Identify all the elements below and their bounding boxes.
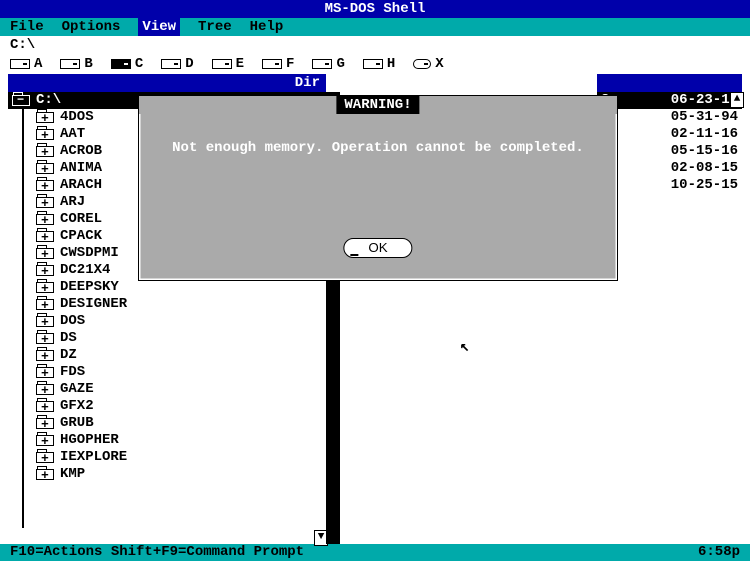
title-bar: MS-DOS Shell	[0, 0, 750, 18]
drive-icon	[413, 59, 431, 69]
tree-item[interactable]: GAZE	[8, 381, 326, 398]
folder-icon	[36, 163, 54, 174]
drive-c[interactable]: C	[111, 56, 143, 72]
file-row[interactable]: 806-23-16	[597, 92, 742, 109]
mouse-cursor-icon: ↖	[460, 336, 470, 356]
folder-icon	[36, 435, 54, 446]
drive-d[interactable]: D	[161, 56, 193, 72]
tree-item[interactable]: KMP	[8, 466, 326, 483]
file-row[interactable]: 705-15-16	[597, 143, 742, 160]
drive-h[interactable]: H	[363, 56, 395, 72]
tree-item[interactable]: GRUB	[8, 415, 326, 432]
tree-item[interactable]: DOS	[8, 313, 326, 330]
file-row[interactable]: 110-25-15	[597, 177, 742, 194]
tree-item[interactable]: FDS	[8, 364, 326, 381]
drive-b[interactable]: B	[60, 56, 92, 72]
folder-icon	[36, 282, 54, 293]
drive-icon	[10, 59, 30, 69]
folder-icon	[36, 112, 54, 123]
menu-view[interactable]: View	[138, 18, 180, 36]
folder-icon	[36, 129, 54, 140]
tree-item[interactable]: DS	[8, 330, 326, 347]
status-clock: 6:58p	[698, 544, 740, 561]
folder-icon	[36, 214, 54, 225]
drive-e[interactable]: E	[212, 56, 244, 72]
drive-icon	[111, 59, 131, 69]
dialog-message: Not enough memory. Operation cannot be c…	[139, 140, 617, 156]
drive-a[interactable]: A	[10, 56, 42, 72]
folder-icon	[36, 248, 54, 259]
folder-open-icon	[12, 95, 30, 106]
tree-item[interactable]: DESIGNER	[8, 296, 326, 313]
tree-item[interactable]: DZ	[8, 347, 326, 364]
file-row[interactable]: 505-31-94	[597, 109, 742, 126]
drive-icon	[262, 59, 282, 69]
drive-g[interactable]: G	[312, 56, 344, 72]
folder-icon	[36, 265, 54, 276]
folder-icon	[36, 333, 54, 344]
status-left: F10=Actions Shift+F9=Command Prompt	[10, 544, 304, 561]
menu-file[interactable]: File	[10, 18, 44, 36]
folder-icon	[36, 401, 54, 412]
folder-icon	[36, 180, 54, 191]
tree-item[interactable]: GFX2	[8, 398, 326, 415]
drive-icon	[312, 59, 332, 69]
drive-x[interactable]: X	[413, 56, 443, 72]
drive-icon	[363, 59, 383, 69]
tree-item[interactable]: IEXPLORE	[8, 449, 326, 466]
drive-f[interactable]: F	[262, 56, 294, 72]
tree-item[interactable]: DEEPSKY	[8, 279, 326, 296]
file-header	[597, 74, 742, 92]
menu-bar: File Options View Tree Help	[0, 18, 750, 36]
menu-options[interactable]: Options	[62, 18, 121, 36]
folder-icon	[36, 231, 54, 242]
scroll-up-icon[interactable]: ▲	[730, 92, 744, 108]
file-list[interactable]: 806-23-16505-31-94402-11-16705-15-16202-…	[597, 92, 742, 194]
file-row[interactable]: 402-11-16	[597, 126, 742, 143]
tree-branch-line	[22, 100, 24, 528]
ok-button[interactable]: OK	[343, 238, 412, 258]
file-list-panel: 806-23-16505-31-94402-11-16705-15-16202-…	[597, 74, 742, 194]
menu-help[interactable]: Help	[250, 18, 284, 36]
app-title: MS-DOS Shell	[325, 1, 426, 17]
folder-icon	[36, 469, 54, 480]
folder-icon	[36, 367, 54, 378]
menu-tree[interactable]: Tree	[198, 18, 232, 36]
status-bar: F10=Actions Shift+F9=Command Prompt 6:58…	[0, 544, 750, 561]
folder-icon	[36, 197, 54, 208]
drive-icon	[161, 59, 181, 69]
file-row[interactable]: 202-08-15	[597, 160, 742, 177]
folder-icon	[36, 384, 54, 395]
warning-dialog: WARNING! Not enough memory. Operation ca…	[138, 95, 618, 281]
folder-icon	[36, 299, 54, 310]
tree-item[interactable]: HGOPHER	[8, 432, 326, 449]
folder-icon	[36, 452, 54, 463]
drive-bar: ABCDEFGHX	[0, 54, 750, 74]
folder-icon	[36, 316, 54, 327]
folder-icon	[36, 418, 54, 429]
folder-icon	[36, 350, 54, 361]
drive-icon	[60, 59, 80, 69]
dialog-title: WARNING!	[336, 96, 419, 114]
tree-header: Dir	[8, 74, 326, 92]
folder-icon	[36, 146, 54, 157]
drive-icon	[212, 59, 232, 69]
current-path: C:\	[0, 36, 750, 54]
